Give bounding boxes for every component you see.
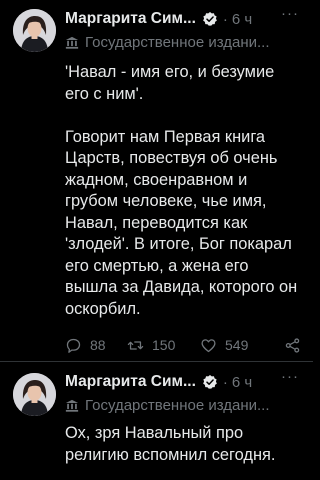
tweet-actions: 88 150 549 — [65, 334, 305, 356]
state-media-label[interactable]: Государственное издани... — [65, 397, 299, 414]
time-separator: · — [222, 10, 228, 28]
share-button[interactable] — [284, 337, 309, 354]
share-icon — [285, 337, 300, 353]
state-media-label[interactable]: Государственное издани... — [65, 34, 299, 51]
more-icon[interactable]: ··· — [281, 368, 299, 385]
reply-button[interactable]: 88 — [65, 337, 106, 354]
reply-count: 88 — [90, 337, 106, 353]
retweet-button[interactable]: 150 — [127, 337, 175, 354]
timestamp[interactable]: 6 ч — [232, 11, 252, 28]
author-name[interactable]: Маргарита Сим... — [65, 373, 196, 391]
like-count: 549 — [225, 337, 249, 353]
state-media-label-text: Государственное издани... — [85, 397, 270, 414]
avatar[interactable] — [13, 373, 56, 416]
retweet-count: 150 — [152, 337, 176, 353]
reply-icon — [66, 338, 81, 353]
verified-icon — [203, 375, 217, 389]
like-button[interactable]: 549 — [200, 337, 248, 354]
tweet-text: Ох, зря Навальный про религию вспомнил с… — [65, 424, 276, 464]
time-separator: · — [222, 373, 228, 391]
state-media-icon — [65, 399, 79, 412]
retweet-icon — [127, 340, 144, 350]
state-media-label-text: Государственное издани... — [85, 34, 270, 51]
author-name[interactable]: Маргарита Сим... — [65, 10, 196, 28]
avatar[interactable] — [13, 9, 56, 52]
tweet[interactable]: Маргарита Сим... · 6 ч ··· Государственн… — [0, 362, 313, 480]
like-icon — [201, 338, 216, 352]
tweet[interactable]: Маргарита Сим... · 6 ч ··· Государственн… — [0, 0, 313, 362]
tweet-header: Маргарита Сим... · 6 ч ··· — [65, 368, 307, 392]
state-media-icon — [65, 36, 79, 49]
tweet-text: 'Навал - имя его, и безумие его с ним'. … — [65, 63, 298, 318]
tweet-header: Маргарита Сим... · 6 ч ··· — [65, 5, 307, 29]
timestamp[interactable]: 6 ч — [232, 374, 252, 391]
more-icon[interactable]: ··· — [281, 5, 299, 22]
verified-icon — [203, 12, 217, 26]
